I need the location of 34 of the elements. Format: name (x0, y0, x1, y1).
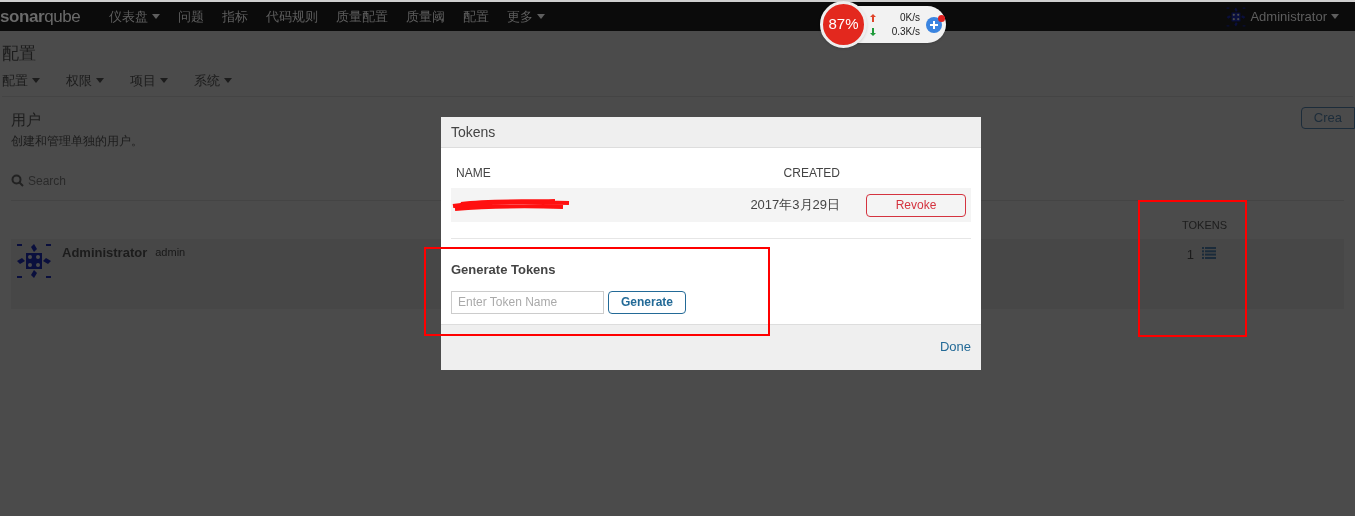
down-arrow-icon (870, 27, 876, 36)
generate-title: Generate Tokens (451, 261, 557, 279)
up-arrow-icon (870, 13, 876, 22)
generate-button[interactable]: Generate (608, 290, 687, 314)
caret-icon (537, 14, 546, 19)
nav-link[interactable]: 代码规则 (257, 6, 328, 27)
add-icon[interactable] (926, 16, 942, 33)
upload-speed: 0K/s (900, 10, 920, 25)
column-header: CREATED (783, 165, 840, 182)
download-speed: 0.3K/s (891, 24, 920, 39)
caret-icon (32, 77, 40, 83)
done-link[interactable]: Done (939, 337, 971, 357)
nav-link[interactable]: 质量阈 (397, 6, 455, 27)
search-icon (11, 174, 24, 187)
logo[interactable]: sonarqube (0, 3, 81, 30)
user-menu[interactable]: Administrator (1250, 6, 1339, 27)
column-header: NAME (456, 165, 492, 182)
nav-link[interactable]: 问题 (169, 6, 214, 27)
caret-icon (152, 14, 161, 19)
dialog-title: Tokens (451, 122, 496, 142)
caret-icon (160, 77, 168, 83)
revoke-button[interactable]: Revoke (866, 193, 966, 217)
nav-link[interactable]: 仪表盘 (100, 6, 170, 27)
caret-icon (96, 77, 104, 83)
caret-icon (224, 77, 232, 83)
nav-link[interactable]: 质量配置 (327, 6, 398, 27)
avatar-icon (1226, 6, 1247, 27)
nav-link[interactable]: 配置 (454, 6, 499, 27)
created-date: 2017年3月29日 (750, 196, 840, 215)
avatar-icon (16, 243, 52, 279)
nav-link[interactable]: 更多 (498, 6, 555, 27)
nav-link[interactable]: 指标 (213, 6, 258, 27)
token-name-field[interactable]: Enter Token Name (451, 290, 604, 314)
caret-icon (1331, 14, 1339, 19)
